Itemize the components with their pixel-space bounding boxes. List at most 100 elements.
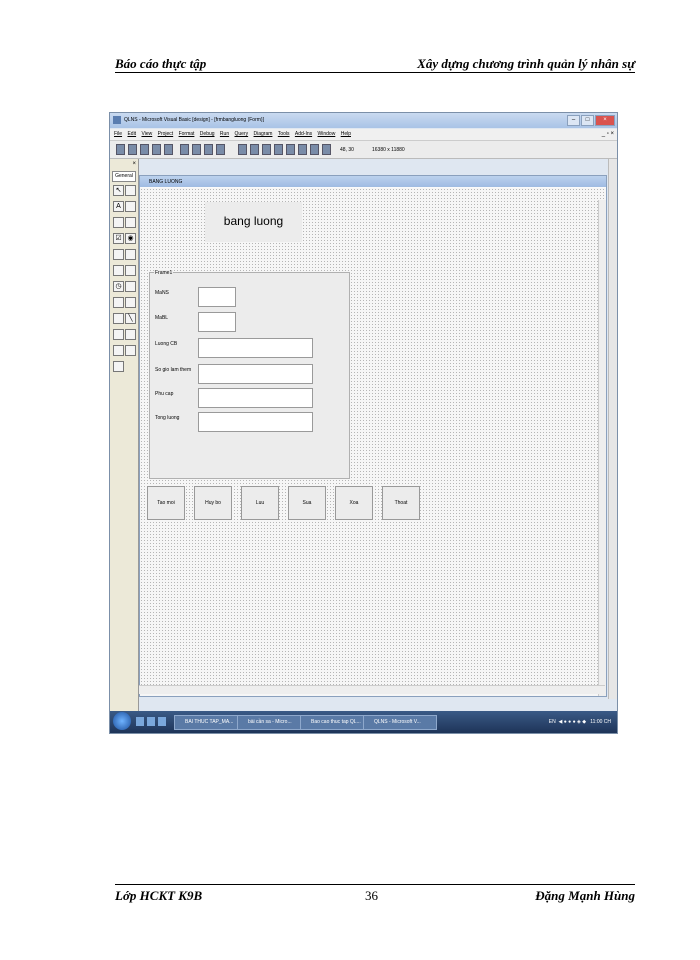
taskbar-item-vb[interactable]: QLNS - Microsoft V... [363, 715, 437, 730]
textbox-icon[interactable] [125, 201, 136, 212]
dirlistbox-icon[interactable] [113, 297, 124, 308]
break-icon[interactable] [250, 144, 259, 155]
menu-item-help[interactable]: Help [341, 129, 351, 140]
frame1[interactable]: Frame1 MaNS MaBL Luong CB So gio lam the… [149, 270, 350, 479]
thoat-button[interactable]: Thoat [382, 486, 420, 520]
timer-icon[interactable]: ◷ [113, 281, 124, 292]
label-tongluong[interactable]: Tong luong [155, 415, 179, 421]
page-number: 36 [365, 888, 378, 903]
language-indicator[interactable]: EN [549, 719, 556, 725]
menu-item-edit[interactable]: Edit [127, 129, 136, 140]
menu-item-run[interactable]: Run [220, 129, 229, 140]
data-icon[interactable] [125, 329, 136, 340]
combobox-icon[interactable] [113, 249, 124, 260]
menu-editor-icon[interactable] [140, 144, 149, 155]
textbox-luongcb[interactable] [198, 338, 313, 358]
taskbar-item-word2[interactable]: bài cần sa - Micro... [237, 715, 307, 730]
checkbox-icon[interactable]: ☑ [113, 233, 124, 244]
tao-moi-button[interactable]: Tao moi [147, 486, 185, 520]
datagrid-icon[interactable] [125, 345, 136, 356]
filelistbox-icon[interactable] [125, 297, 136, 308]
cut-icon[interactable] [180, 144, 189, 155]
quicklaunch-icon[interactable] [136, 717, 144, 726]
ie-icon[interactable] [147, 717, 155, 726]
folder-icon[interactable] [158, 717, 166, 726]
start-icon[interactable] [238, 144, 247, 155]
open-icon[interactable] [152, 144, 161, 155]
textbox-mans[interactable] [198, 287, 236, 307]
image-icon[interactable] [113, 329, 124, 340]
start-button[interactable] [113, 712, 131, 730]
textbox-sogiolamthem[interactable] [198, 364, 313, 384]
form-heading[interactable]: bang luong [205, 214, 302, 228]
luu-button[interactable]: Luu [241, 486, 279, 520]
add-form-icon[interactable] [128, 144, 137, 155]
frame-caption: Frame1 [154, 270, 174, 276]
vb-screenshot: QLNS - Microsoft Visual Basic [design] -… [109, 112, 618, 734]
toolbox-tab-general[interactable]: General [112, 171, 136, 182]
size-readout: 16380 x 11880 [372, 147, 405, 153]
shape-icon[interactable] [113, 313, 124, 324]
properties-icon[interactable] [286, 144, 295, 155]
find-icon[interactable] [216, 144, 225, 155]
horizontal-scrollbar[interactable] [139, 685, 605, 694]
close-icon[interactable]: × [132, 161, 136, 167]
textbox-phucap[interactable] [198, 388, 313, 408]
label-sogiolamthem[interactable]: So gio lam them [155, 367, 191, 373]
project-explorer-icon[interactable] [274, 144, 283, 155]
toolbox-icon[interactable] [322, 144, 331, 155]
maximize-button[interactable]: □ [581, 115, 594, 126]
minimize-button[interactable]: – [567, 115, 580, 126]
menu-item-diagram[interactable]: Diagram [254, 129, 273, 140]
page-header: Báo cáo thực tập Xây dựng chương trình q… [115, 56, 635, 73]
paste-icon[interactable] [204, 144, 213, 155]
end-icon[interactable] [262, 144, 271, 155]
drivelistbox-icon[interactable] [125, 281, 136, 292]
optionbutton-icon[interactable]: ◉ [125, 233, 136, 244]
label-luongcb[interactable]: Luong CB [155, 341, 177, 347]
form-canvas[interactable]: bang luong Frame1 MaNS MaBL Luong CB So … [140, 188, 606, 696]
vscrollbar-icon[interactable] [125, 265, 136, 276]
save-icon[interactable] [164, 144, 173, 155]
menu-item-window[interactable]: Window [318, 129, 336, 140]
copy-icon[interactable] [192, 144, 201, 155]
textbox-tongluong[interactable] [198, 412, 313, 432]
taskbar-item-word1[interactable]: BAI THUC TAP_MA... [174, 715, 244, 730]
textbox-mabl[interactable] [198, 312, 236, 332]
menu-item-view[interactable]: View [141, 129, 152, 140]
menu-item-project[interactable]: Project [158, 129, 174, 140]
form-layout-icon[interactable] [298, 144, 307, 155]
label-mans[interactable]: MaNS [155, 290, 169, 296]
line-icon[interactable]: ╲ [125, 313, 136, 324]
pointer-icon[interactable]: ↖ [113, 185, 124, 196]
frame-icon[interactable] [113, 217, 124, 228]
label-phucap[interactable]: Phu cap [155, 391, 173, 397]
ole-icon[interactable] [113, 345, 124, 356]
picturebox-icon[interactable] [125, 185, 136, 196]
hscrollbar-icon[interactable] [113, 265, 124, 276]
menu-item-debug[interactable]: Debug [200, 129, 215, 140]
label-icon[interactable]: A [113, 201, 124, 212]
taskbar-item-word3[interactable]: Bao cao thuc tap QL... [300, 715, 370, 730]
menu-item-format[interactable]: Format [179, 129, 195, 140]
sua-button[interactable]: Sua [288, 486, 326, 520]
mdi-controls[interactable]: _ ▫ × [602, 131, 614, 137]
huy-bo-button[interactable]: Huy bo [194, 486, 232, 520]
menu-item-query[interactable]: Query [235, 129, 249, 140]
label-mabl[interactable]: MaBL [155, 315, 168, 321]
form-vertical-scrollbar[interactable] [598, 200, 606, 696]
menu-item-addins[interactable]: Add-Ins [295, 129, 312, 140]
add-project-icon[interactable] [116, 144, 125, 155]
object-browser-icon[interactable] [310, 144, 319, 155]
listbox-icon[interactable] [125, 249, 136, 260]
adodc-icon[interactable] [113, 361, 124, 372]
commandbutton-icon[interactable] [125, 217, 136, 228]
vertical-scrollbar[interactable] [608, 159, 617, 699]
form-designer-window: BANG LUONG bang luong Frame1 MaNS MaBL L… [139, 175, 607, 697]
menu-item-file[interactable]: File [114, 129, 122, 140]
xoa-button[interactable]: Xoa [335, 486, 373, 520]
clock[interactable]: 11:00 CH [590, 719, 611, 725]
form-titlebar: BANG LUONG [140, 176, 606, 187]
menu-item-tools[interactable]: Tools [278, 129, 290, 140]
close-button[interactable]: × [595, 115, 615, 126]
